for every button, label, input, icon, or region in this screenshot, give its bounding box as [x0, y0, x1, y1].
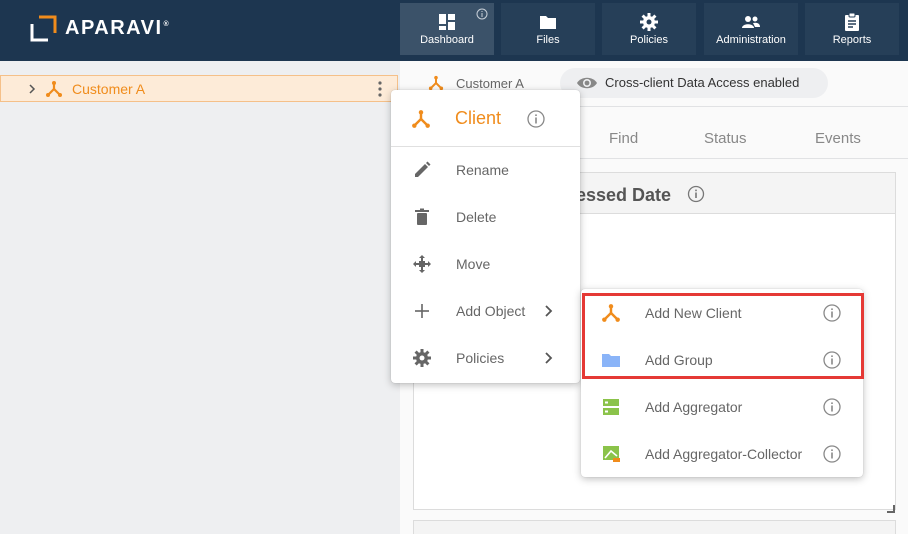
top-navigation-bar: APARAVI® Dashboard Files Policies Admini…	[0, 0, 908, 61]
context-menu-header: Client	[391, 90, 580, 147]
breadcrumb-label: Customer A	[456, 75, 524, 91]
move-icon	[413, 255, 431, 273]
people-icon	[742, 16, 760, 28]
tab-events[interactable]: Events	[815, 130, 861, 147]
client-icon	[602, 304, 620, 322]
tab-status[interactable]: Status	[704, 130, 747, 147]
context-menu-title: Client	[455, 108, 502, 128]
nav-label: Reports	[832, 34, 872, 46]
info-icon[interactable]	[822, 350, 842, 370]
tree-item-customer-a[interactable]: Customer A	[0, 75, 398, 102]
add-object-submenu: Add New Client Add Group Add Aggregator	[581, 289, 863, 477]
menu-item-delete[interactable]: Delete	[391, 194, 580, 241]
nav-label: Policies	[630, 34, 668, 46]
more-options-icon[interactable]	[377, 81, 383, 97]
menu-item-policies[interactable]: Policies	[391, 335, 580, 382]
info-icon[interactable]	[822, 397, 842, 417]
menu-item-label: Add Object	[456, 303, 526, 319]
gear-icon	[413, 349, 431, 367]
submenu-item-add-group[interactable]: Add Group	[581, 336, 863, 383]
info-icon[interactable]	[476, 8, 488, 20]
nav-label: Dashboard	[420, 34, 474, 46]
chevron-right-icon	[545, 305, 553, 317]
menu-item-label: Delete	[456, 209, 497, 225]
context-menu: Client Rename Delete Move Add Object Pol…	[391, 90, 580, 383]
submenu-item-label: Add Group	[645, 352, 713, 368]
dashboard-icon	[439, 14, 455, 30]
info-icon[interactable]	[822, 303, 842, 323]
gear-icon	[640, 13, 658, 31]
submenu-item-add-aggregator[interactable]: Add Aggregator	[581, 383, 863, 430]
tree-item-label: Customer A	[72, 81, 146, 97]
info-icon[interactable]	[687, 185, 705, 203]
submenu-item-label: Add New Client	[645, 305, 742, 321]
info-icon[interactable]	[822, 444, 842, 464]
cross-client-badge: Cross-client Data Access enabled	[560, 68, 828, 98]
aparavi-logo[interactable]: APARAVI®	[30, 13, 170, 43]
menu-item-label: Rename	[456, 162, 509, 178]
widget-title: essed Date	[576, 185, 672, 205]
nav-label: Administration	[716, 34, 786, 46]
client-icon	[428, 75, 444, 91]
client-icon	[412, 110, 430, 128]
submenu-item-label: Add Aggregator-Collector	[645, 446, 803, 462]
nav-policies[interactable]: Policies	[602, 3, 696, 55]
nav-administration[interactable]: Administration	[704, 3, 798, 55]
nav-dashboard[interactable]: Dashboard	[400, 3, 494, 55]
chevron-right-icon	[545, 352, 553, 364]
menu-item-rename[interactable]: Rename	[391, 147, 580, 194]
submenu-item-add-aggregator-collector[interactable]: Add Aggregator-Collector	[581, 430, 863, 477]
aggregator-icon	[603, 399, 619, 415]
info-icon[interactable]	[526, 109, 546, 129]
folder-icon	[602, 354, 620, 367]
nav-reports[interactable]: Reports	[805, 3, 899, 55]
menu-item-label: Policies	[456, 350, 505, 366]
plus-icon	[415, 304, 429, 318]
trash-icon	[415, 208, 429, 225]
tab-find[interactable]: Find	[609, 130, 638, 147]
nav-files[interactable]: Files	[501, 3, 595, 55]
logo-mark-icon	[30, 15, 57, 41]
submenu-item-add-new-client[interactable]: Add New Client	[581, 289, 863, 336]
resize-handle-icon[interactable]	[885, 503, 895, 513]
menu-item-add-object[interactable]: Add Object	[391, 288, 580, 335]
submenu-item-label: Add Aggregator	[645, 399, 743, 415]
menu-item-label: Move	[456, 256, 491, 272]
pencil-icon	[415, 161, 431, 177]
menu-item-move[interactable]: Move	[391, 241, 580, 288]
folder-icon	[540, 16, 556, 29]
cross-client-label: Cross-client Data Access enabled	[605, 75, 800, 90]
chevron-right-icon[interactable]	[27, 83, 37, 95]
eye-icon	[577, 77, 597, 89]
client-icon	[46, 81, 62, 97]
clipboard-icon	[845, 12, 859, 31]
dashboard-widget	[413, 520, 896, 534]
nav-label: Files	[536, 34, 560, 46]
aggregator-collector-icon	[603, 446, 620, 462]
logo-text: APARAVI®	[65, 16, 171, 39]
